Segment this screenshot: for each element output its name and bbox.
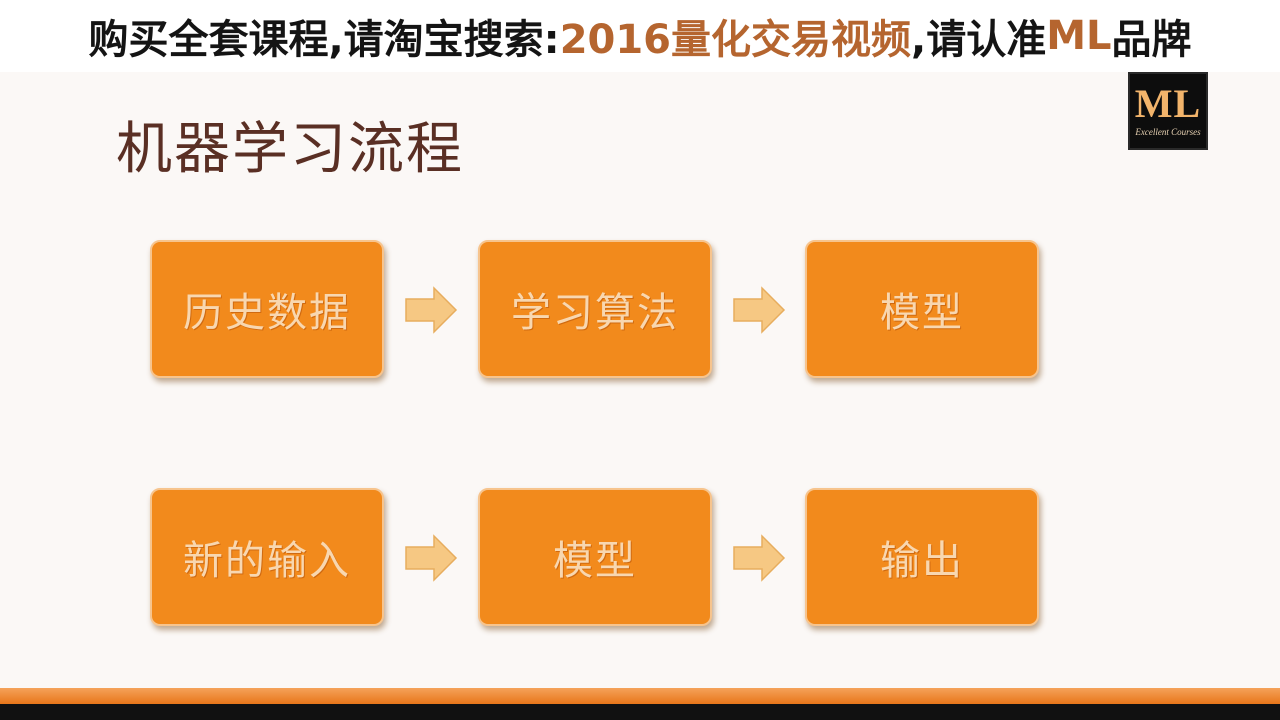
logo-mark: ML — [1134, 81, 1202, 126]
banner-text-3: ,请认准 — [911, 17, 1047, 63]
footer-band — [0, 704, 1280, 720]
slide: 机器学习流程 历史数据 学习算法 模型 新的输入 模型 输出 — [0, 72, 1280, 688]
flow-box-label: 历史数据 — [183, 290, 351, 336]
arrow-right-icon — [733, 286, 786, 334]
brand-logo: ML Excellent Courses — [1128, 72, 1208, 150]
promo-banner: 购买全套课程,请淘宝搜索: 2016量化交易视频 ,请认准 ML 品牌 — [0, 0, 1280, 72]
flow-box-historical-data: 历史数据 — [150, 240, 384, 378]
banner-text-5: 品牌 — [1111, 17, 1192, 63]
banner-text-4: ML — [1046, 13, 1112, 59]
banner-text-1: 购买全套课程,请淘宝搜索: — [88, 17, 560, 63]
flow-box-learning-algorithm: 学习算法 — [478, 240, 712, 378]
flow-box-model: 模型 — [805, 240, 1039, 378]
banner-text-2: 2016量化交易视频 — [559, 17, 912, 63]
flow-box-label: 输出 — [880, 538, 964, 584]
flow-box-label: 模型 — [880, 290, 964, 336]
slide-title: 机器学习流程 — [116, 117, 464, 182]
arrow-right-icon — [405, 534, 458, 582]
flow-box-label: 学习算法 — [511, 290, 679, 336]
arrow-right-icon — [405, 286, 458, 334]
arrow-right-icon — [733, 534, 786, 582]
logo-subtitle: Excellent Courses — [1135, 127, 1201, 137]
flow-box-label: 模型 — [553, 538, 637, 584]
flow-box-new-input: 新的输入 — [150, 488, 384, 626]
flow-box-model: 模型 — [478, 488, 712, 626]
flow-box-output: 输出 — [805, 488, 1039, 626]
footer-stripe — [0, 688, 1280, 704]
flow-box-label: 新的输入 — [183, 538, 351, 584]
